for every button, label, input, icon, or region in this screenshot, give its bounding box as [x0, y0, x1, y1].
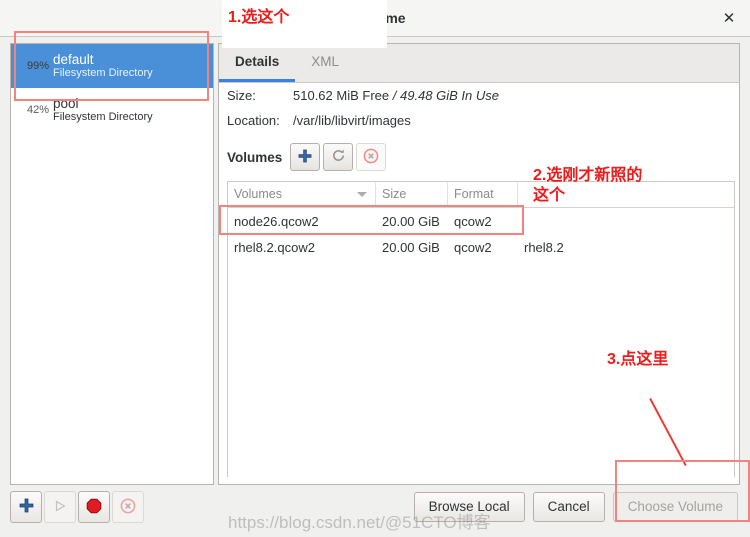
volume-size: 20.00 GiB	[382, 239, 440, 255]
tab-details[interactable]: Details	[219, 44, 296, 82]
annotation-step2-rect	[219, 205, 524, 235]
location-value: /var/lib/libvirt/images	[293, 113, 411, 128]
add-volume-button[interactable]	[290, 143, 321, 171]
close-icon[interactable]: ✕	[718, 8, 740, 30]
table-row[interactable]: rhel8.2.qcow2 20.00 GiB qcow2 rhel8.2	[228, 234, 734, 260]
volume-extra: rhel8.2	[524, 239, 564, 255]
play-icon	[53, 499, 67, 516]
annotation-step3-text: 3.点这里	[607, 351, 669, 368]
size-value: 510.62 MiB Free / 49.48 GiB In Use	[293, 88, 499, 103]
pool-usage-percent: 42%	[26, 104, 49, 116]
details-tabstrip: Details XML	[219, 44, 739, 83]
add-pool-button[interactable]	[10, 491, 42, 523]
size-row: Size: 510.62 MiB Free / 49.48 GiB In Use	[219, 83, 739, 108]
volume-format: qcow2	[454, 239, 492, 255]
annotation-step3-rect	[615, 460, 750, 522]
size-free-value: 510.62 MiB Free	[293, 88, 390, 103]
volume-name: rhel8.2.qcow2	[234, 239, 315, 255]
delete-volume-icon	[363, 148, 379, 167]
column-header-format[interactable]: Format	[448, 182, 518, 207]
pool-toolbar	[10, 491, 146, 523]
cancel-button[interactable]: Cancel	[532, 492, 605, 522]
volumes-label: Volumes	[227, 149, 283, 165]
delete-pool-button[interactable]	[112, 491, 144, 523]
pool-metadata: Size: 510.62 MiB Free / 49.48 GiB In Use…	[219, 83, 739, 133]
size-used-value: 49.48 GiB In Use	[399, 88, 499, 103]
delete-icon	[120, 498, 136, 517]
column-header-label: Volumes	[234, 187, 282, 201]
annotation-step1-text: 1.选这个	[228, 9, 290, 26]
column-header-size[interactable]: Size	[376, 182, 448, 207]
pool-type: Filesystem Directory	[53, 111, 153, 124]
stop-icon	[86, 498, 102, 517]
choose-storage-volume-dialog: e Volume ✕ 99% default Filesystem Direct…	[0, 0, 750, 537]
add-icon	[19, 498, 34, 516]
location-row: Location: /var/lib/libvirt/images	[219, 108, 739, 133]
annotation-step2-text: 2.选刚才新照的 这个	[533, 167, 643, 204]
refresh-icon	[331, 148, 346, 166]
size-label: Size:	[227, 88, 256, 103]
tab-xml[interactable]: XML	[295, 44, 355, 82]
stop-pool-button[interactable]	[78, 491, 110, 523]
delete-volume-button[interactable]	[356, 143, 387, 171]
storage-pool-list[interactable]: 99% default Filesystem Directory 42% poo…	[10, 43, 214, 485]
location-label: Location:	[227, 113, 280, 128]
column-header-volumes[interactable]: Volumes	[228, 182, 376, 207]
annotation-step1-rect	[14, 31, 209, 101]
volumes-header: Volumes	[227, 143, 389, 171]
watermark: https://blog.csdn.net/@51CTO博客	[228, 513, 491, 532]
start-pool-button[interactable]	[44, 491, 76, 523]
size-separator: /	[392, 88, 397, 103]
add-volume-icon	[298, 149, 312, 166]
sort-descending-icon	[357, 192, 367, 197]
refresh-volumes-button[interactable]	[323, 143, 354, 171]
